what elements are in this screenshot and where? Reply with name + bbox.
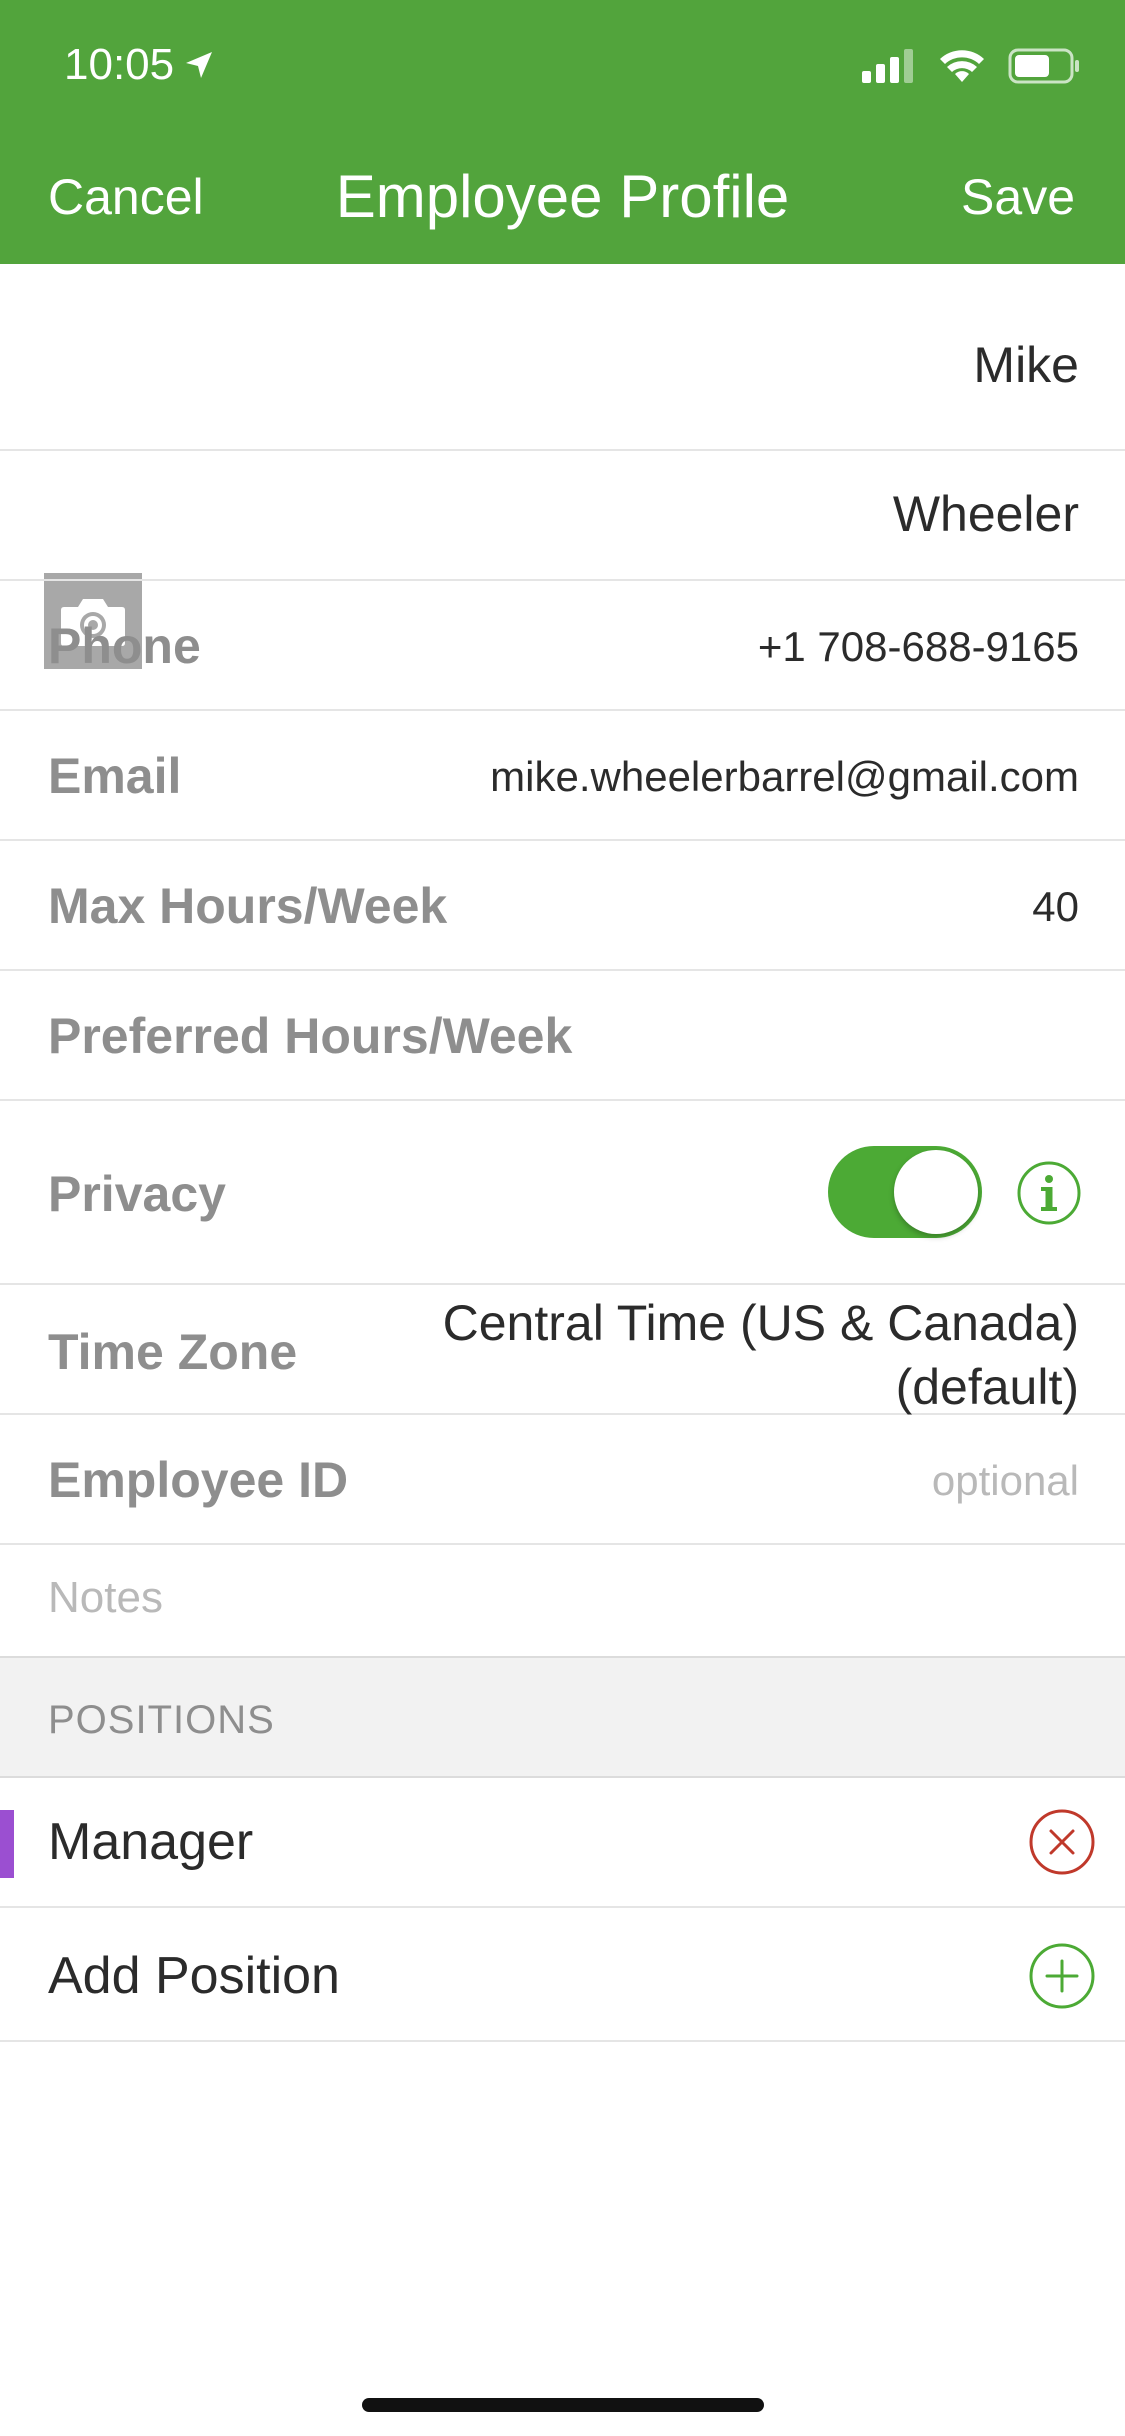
positions-section-header: POSITIONS — [0, 1656, 1125, 1778]
phone-field[interactable]: +1 708-688-9165 — [758, 623, 1079, 671]
employee-id-field[interactable]: optional — [932, 1457, 1079, 1505]
privacy-toggle[interactable] — [828, 1146, 982, 1238]
info-icon[interactable] — [1016, 1160, 1082, 1226]
time-zone-value-line1: Central Time (US & Canada) — [442, 1295, 1079, 1351]
status-icons — [862, 48, 1080, 84]
cancel-button[interactable]: Cancel — [48, 168, 204, 226]
privacy-label: Privacy — [48, 1166, 226, 1222]
positions-header-label: POSITIONS — [48, 1698, 275, 1742]
app-header: 10:05 Cancel Employee Profile Save — [0, 0, 1125, 264]
email-field[interactable]: mike.wheelerbarrel@gmail.com — [490, 753, 1079, 801]
home-indicator — [362, 2398, 764, 2412]
time-zone-value-line2: (default) — [895, 1359, 1079, 1415]
last-name-row: Wheeler — [0, 451, 1125, 581]
phone-row: Phone +1 708-688-9165 — [0, 581, 1125, 711]
time-zone-row[interactable]: Time Zone Central Time (US & Canada) (de… — [0, 1285, 1125, 1415]
max-hours-field[interactable]: 40 — [1032, 883, 1079, 931]
time-zone-label: Time Zone — [48, 1324, 298, 1380]
last-name-field[interactable]: Wheeler — [893, 485, 1079, 543]
max-hours-label: Max Hours/Week — [48, 878, 448, 934]
signal-icon — [862, 49, 913, 83]
status-time: 10:05 — [64, 40, 214, 90]
first-name-row: Mike — [0, 264, 1125, 669]
position-row: Manager — [0, 1778, 1125, 1908]
save-button[interactable]: Save — [961, 168, 1075, 226]
position-name: Manager — [48, 1813, 254, 1871]
time-zone-value: Central Time (US & Canada) (default) — [443, 1291, 1079, 1419]
phone-label: Phone — [48, 618, 201, 674]
location-arrow-icon — [186, 52, 213, 78]
max-hours-row: Max Hours/Week 40 — [0, 841, 1125, 971]
battery-icon — [1008, 48, 1079, 84]
add-position-row[interactable]: Add Position — [0, 1908, 1125, 2042]
employee-id-label: Employee ID — [48, 1452, 349, 1508]
email-label: Email — [48, 748, 182, 804]
email-row: Email mike.wheelerbarrel@gmail.com — [0, 711, 1125, 841]
preferred-hours-row: Preferred Hours/Week — [0, 971, 1125, 1101]
add-position-icon[interactable] — [1028, 1942, 1096, 2010]
notes-row: Notes — [0, 1545, 1125, 1656]
notes-field[interactable]: Notes — [48, 1573, 163, 1623]
employee-id-row: Employee ID optional — [0, 1415, 1125, 1545]
wifi-icon — [940, 50, 984, 82]
first-name-field[interactable]: Mike — [973, 336, 1079, 394]
remove-position-icon[interactable] — [1028, 1808, 1096, 1876]
preferred-hours-label: Preferred Hours/Week — [48, 1008, 573, 1064]
status-time-text: 10:05 — [64, 40, 175, 89]
position-color-bar — [0, 1810, 14, 1878]
toggle-knob — [894, 1150, 978, 1234]
add-position-label: Add Position — [48, 1947, 340, 2005]
